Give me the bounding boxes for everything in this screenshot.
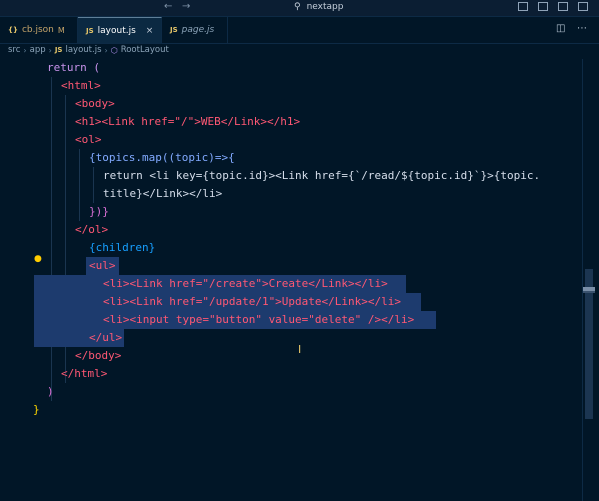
code-line: </body> [0,347,581,365]
tab-label: layout.js [97,25,136,36]
chevron-right-icon: › [104,45,108,55]
chevron-right-icon: › [23,45,27,55]
code-line-text: <li><Link href="/create">Create</Link></… [103,277,388,290]
code-line-text: <li><Link href="/update/1">Update</Link>… [103,295,402,308]
code-line: <h1><Link href="/">WEB</Link></h1> [0,113,581,131]
js-file-icon: JS [54,46,63,54]
code-line-text: return ( [47,61,100,74]
toggle-sidebar-icon[interactable] [518,2,528,11]
more-actions-icon[interactable]: ⋯ [577,23,587,34]
tab-layout-js[interactable]: JS layout.js × [78,17,162,43]
code-line-text: title}</Link></li> [103,187,223,200]
code-line: <li><input type="button" value="delete" … [0,311,581,329]
symbol-function-icon: ⬡ [110,45,118,55]
code-line: } [0,401,581,419]
tab-label: page.js [181,25,215,35]
code-line: })} [0,203,581,221]
title-bar: ← → ⚲ nextapp [0,0,599,17]
breadcrumb-item-src[interactable]: src [8,45,20,55]
code-line: </ol> [0,221,581,239]
code-line-text: <li><input type="button" value="delete" … [103,313,415,326]
code-line-text: ) [47,385,54,398]
code-line: </html> [0,365,581,383]
lightbulb-icon[interactable]: ● [34,254,42,264]
code-line-text: <h1><Link href="/">WEB</Link></h1> [75,115,301,128]
code-line-text: </ul> [89,331,123,344]
code-line: {topics.map((topic)=>{ [0,149,581,167]
code-line-text: </ol> [75,223,109,236]
scrollbar-selection-marker [583,291,595,293]
modified-indicator: M [57,25,65,35]
code-line-text: <body> [75,97,115,110]
split-editor-icon[interactable]: ◫ [556,23,565,34]
breadcrumb: src › app › JS layout.js › ⬡ RootLayout [0,43,599,57]
js-file-icon: JS [86,26,94,35]
code-line: <html> [0,77,581,95]
tab-page-js[interactable]: JS page.js [162,17,228,43]
back-arrow-icon[interactable]: ← [164,1,172,12]
close-icon[interactable]: × [146,26,154,36]
code-line-text: } [33,403,40,416]
code-line-text: })} [89,205,109,218]
text-cursor-icon: I [298,343,302,356]
vertical-scrollbar[interactable] [582,59,595,501]
toggle-panel-icon[interactable] [538,2,548,11]
json-file-icon: {} [8,26,18,34]
tab-label: cb.json [21,25,54,35]
code-line: title}</Link></li> [0,185,581,203]
code-line: return ( [0,59,581,77]
code-line: {children} [0,239,581,257]
code-editor[interactable]: return ( <html> <body> <h1><Link href="/… [0,59,581,501]
code-line: return <li key={topic.id}><Link href={`/… [0,167,581,185]
breadcrumb-item-file[interactable]: layout.js [65,45,101,55]
breadcrumb-item-app[interactable]: app [30,45,46,55]
code-line-text: return <li key={topic.id}><Link href={`/… [103,169,541,182]
code-line-text: </body> [75,349,122,362]
code-line-text: {topics.map((topic)=>{ [89,151,235,164]
chevron-right-icon: › [48,45,52,55]
code-line: <li><Link href="/create">Create</Link></… [0,275,581,293]
code-line-text: <ol> [75,133,102,146]
search-icon: ⚲ [294,2,301,12]
code-line: <li><Link href="/update/1">Update</Link>… [0,293,581,311]
code-line: <ul> [0,257,581,275]
tab-cb-json[interactable]: {} cb.json M [0,17,78,43]
breadcrumb-item-symbol[interactable]: RootLayout [121,45,169,55]
code-line: <body> [0,95,581,113]
command-center-search[interactable]: ⚲ nextapp [260,0,430,14]
code-line-text: <html> [61,79,101,92]
code-line: ) [0,383,581,401]
editor-tab-bar: {} cb.json M JS layout.js × JS page.js ◫… [0,17,599,44]
toggle-secondary-sidebar-icon[interactable] [558,2,568,11]
customize-layout-icon[interactable] [578,2,588,11]
code-line-text: <ul> [89,259,116,272]
js-file-icon: JS [170,26,178,34]
code-line-text: </html> [61,367,108,380]
forward-arrow-icon[interactable]: → [182,1,190,12]
code-line: </ul> [0,329,581,347]
code-line: <ol> [0,131,581,149]
command-center-label: nextapp [306,2,344,12]
code-line-text: {children} [89,241,156,254]
